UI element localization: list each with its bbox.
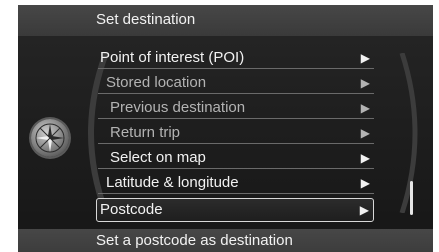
navigation-screen: Set destination Point of interest (POI) … [18, 5, 433, 252]
menu-item-latitude-longitude[interactable]: Latitude & longitude ▶ [98, 172, 374, 194]
arrow-right-icon: ▶ [360, 76, 370, 90]
compass-icon [31, 119, 69, 157]
menu-item-label: Return trip [110, 124, 181, 141]
menu-item-label: Stored location [106, 74, 207, 91]
arrow-right-icon: ▶ [360, 126, 370, 140]
menu-item-return-trip[interactable]: Return trip ▶ [98, 122, 374, 144]
screenshot-frame: Set destination Point of interest (POI) … [0, 0, 439, 252]
scroll-indicator [410, 181, 413, 215]
arrow-right-icon: ▶ [359, 203, 369, 217]
arrow-right-icon: ▶ [360, 176, 370, 190]
menu-item-stored-location[interactable]: Stored location ▶ [98, 72, 374, 94]
menu-item-point-of-interest[interactable]: Point of interest (POI) ▶ [98, 47, 374, 69]
menu-item-label: Select on map [110, 149, 206, 166]
help-text: Set a postcode as destination [96, 232, 293, 249]
footer-bar: Set a postcode as destination [18, 229, 433, 252]
arrow-right-icon: ▶ [360, 151, 370, 165]
header-bar: Set destination [18, 5, 433, 36]
menu-item-select-on-map[interactable]: Select on map ▶ [98, 147, 374, 169]
menu-item-label: Latitude & longitude [106, 174, 239, 191]
menu-item-label: Point of interest (POI) [100, 49, 245, 66]
arrow-right-icon: ▶ [360, 51, 370, 65]
menu-item-previous-destination[interactable]: Previous destination ▶ [98, 97, 374, 119]
menu-item-label: Postcode [100, 201, 163, 218]
menu-item-label: Previous destination [110, 99, 246, 116]
menu-item-postcode[interactable]: Postcode ▶ [96, 198, 374, 222]
arrow-right-icon: ▶ [360, 101, 370, 115]
screen-title: Set destination [96, 11, 196, 28]
